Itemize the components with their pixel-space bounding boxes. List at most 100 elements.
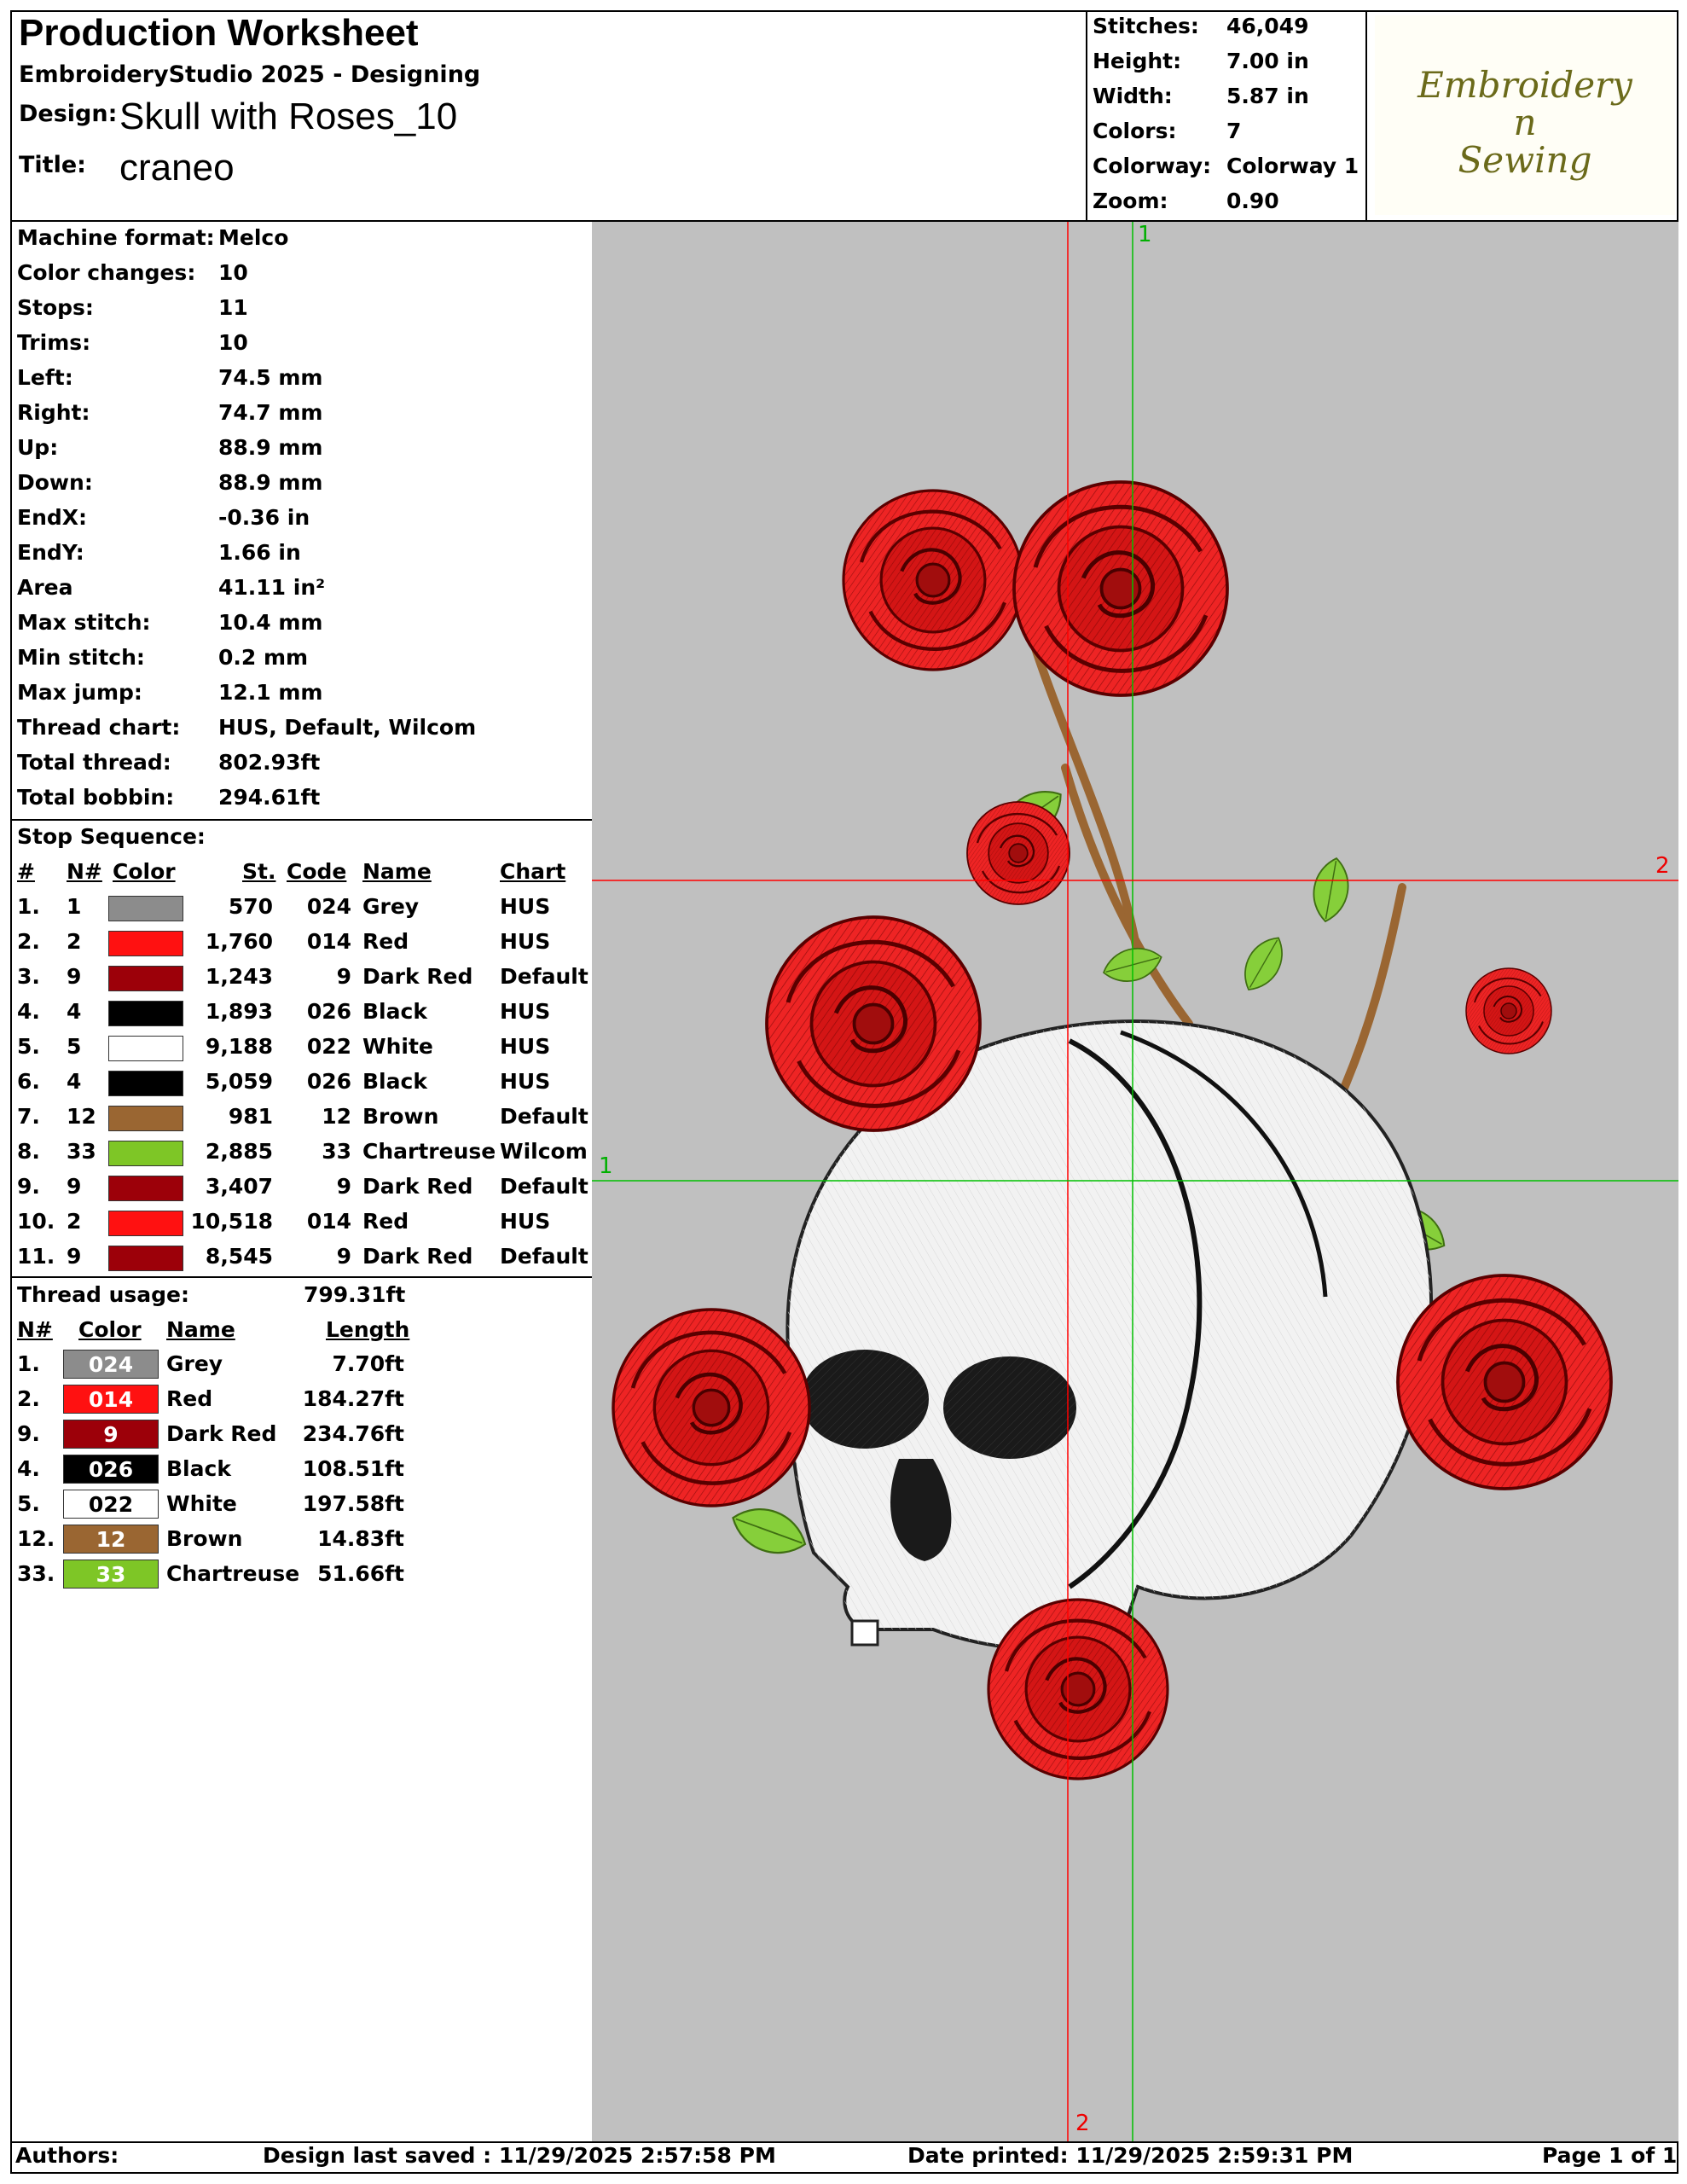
tu-length: 7.70ft: [332, 1351, 404, 1376]
tu-number: 2.: [17, 1386, 40, 1411]
seq-n: 4: [67, 1069, 82, 1094]
col-header: Color: [78, 1317, 142, 1342]
info-value: 0.2 mm: [218, 645, 309, 670]
design-name: Skull with Roses_10: [119, 96, 458, 137]
info-value: HUS, Default, Wilcom: [218, 715, 477, 740]
seq-st: 1,760: [205, 929, 273, 954]
seq-st: 1,893: [205, 999, 273, 1024]
color-swatch: [108, 1001, 183, 1026]
info-value: 294.61ft: [218, 785, 321, 810]
tu-length: 51.66ft: [317, 1561, 404, 1586]
color-swatch: [108, 966, 183, 991]
seq-n: 2: [67, 1209, 82, 1234]
thread-usage-title: Thread usage:: [17, 1282, 190, 1307]
seq-code: 12: [322, 1104, 351, 1129]
tu-name: Brown: [166, 1526, 243, 1551]
stat-label: Colorway:: [1093, 154, 1212, 178]
header-divider: [1365, 10, 1367, 222]
seq-st: 3,407: [205, 1174, 273, 1199]
logo-line: Sewing: [1458, 139, 1592, 181]
thread-usage-total: 799.31ft: [304, 1282, 406, 1307]
seq-chart: HUS: [500, 929, 551, 954]
seq-num: 6.: [17, 1069, 40, 1094]
logo-line: Embroidery: [1417, 64, 1632, 106]
col-header: N#: [17, 1317, 53, 1342]
seq-code: 024: [306, 894, 351, 919]
stat-value: 7.00 in: [1226, 49, 1309, 73]
col-header: N#: [67, 859, 102, 884]
seq-n: 9: [67, 964, 82, 989]
seq-chart: Default: [500, 1104, 588, 1129]
stat-label: Height:: [1093, 49, 1182, 73]
info-value: 1.66 in: [218, 540, 301, 565]
embroidery-design-render: [592, 222, 1678, 2141]
seq-code: 014: [306, 929, 351, 954]
thread-color-chip: 024: [63, 1350, 159, 1379]
tu-name: White: [166, 1491, 237, 1516]
tu-name: Chartreuse: [166, 1561, 300, 1586]
seq-code: 022: [306, 1034, 351, 1059]
tu-length: 234.76ft: [302, 1421, 404, 1446]
color-swatch: [108, 931, 183, 956]
info-label: Color changes:: [17, 260, 196, 285]
seq-name: Dark Red: [362, 1174, 473, 1199]
seq-code: 014: [306, 1209, 351, 1234]
axis-marker: 2: [1655, 853, 1670, 879]
info-value: 12.1 mm: [218, 680, 323, 705]
seq-st: 9,188: [205, 1034, 273, 1059]
info-value: 10.4 mm: [218, 610, 323, 635]
info-label: Area: [17, 575, 73, 600]
seq-name: Grey: [362, 894, 420, 919]
info-label: EndY:: [17, 540, 84, 565]
seq-name: White: [362, 1034, 433, 1059]
seq-num: 10.: [17, 1209, 55, 1234]
brand-logo: Embroidery n Sewing: [1375, 15, 1675, 215]
seq-num: 1.: [17, 894, 40, 919]
design-preview[interactable]: 2 2 1 1: [592, 222, 1678, 2141]
info-label: Stops:: [17, 295, 94, 320]
seq-n: 1: [67, 894, 82, 919]
info-label: Trims:: [17, 330, 91, 355]
thread-color-chip: 026: [63, 1455, 159, 1484]
seq-name: Black: [362, 1069, 427, 1094]
stat-value: 7: [1226, 119, 1242, 143]
section-divider: [10, 819, 593, 821]
color-swatch: [108, 1176, 183, 1201]
tu-name: Grey: [166, 1351, 223, 1376]
tu-length: 184.27ft: [302, 1386, 404, 1411]
stat-value: 46,049: [1226, 14, 1309, 38]
col-header: Name: [362, 859, 432, 884]
info-label: Thread chart:: [17, 715, 181, 740]
stat-value: 5.87 in: [1226, 84, 1309, 108]
tu-number: 12.: [17, 1526, 55, 1551]
info-value: 10: [218, 330, 248, 355]
software-name: EmbroideryStudio 2025 - Designing: [19, 61, 481, 88]
color-swatch: [108, 896, 183, 921]
tu-number: 5.: [17, 1491, 40, 1516]
color-swatch: [108, 1106, 183, 1131]
info-label: Total thread:: [17, 750, 171, 775]
color-swatch: [108, 1246, 183, 1271]
footer-date-printed: Date printed: 11/29/2025 2:59:31 PM: [907, 2143, 1354, 2168]
seq-chart: HUS: [500, 1069, 551, 1094]
tu-number: 33.: [17, 1561, 55, 1586]
info-label: Down:: [17, 470, 93, 495]
footer-last-saved: Design last saved : 11/29/2025 2:57:58 P…: [263, 2143, 776, 2168]
col-header: Color: [113, 859, 176, 884]
title-label: Title:: [19, 152, 86, 178]
seq-n: 12: [67, 1104, 96, 1129]
seq-st: 1,243: [205, 964, 273, 989]
info-label: Max jump:: [17, 680, 142, 705]
header-divider: [1086, 10, 1087, 222]
footer-authors: Authors:: [15, 2143, 119, 2168]
info-value: 802.93ft: [218, 750, 321, 775]
seq-name: Red: [362, 1209, 409, 1234]
seq-name: Dark Red: [362, 964, 473, 989]
design-title: craneo: [119, 147, 235, 189]
tu-name: Black: [166, 1456, 231, 1481]
seq-code: 026: [306, 1069, 351, 1094]
info-value: 10: [218, 260, 248, 285]
axis-marker: 1: [1138, 222, 1152, 247]
info-label: Min stitch:: [17, 645, 145, 670]
seq-name: Brown: [362, 1104, 439, 1129]
